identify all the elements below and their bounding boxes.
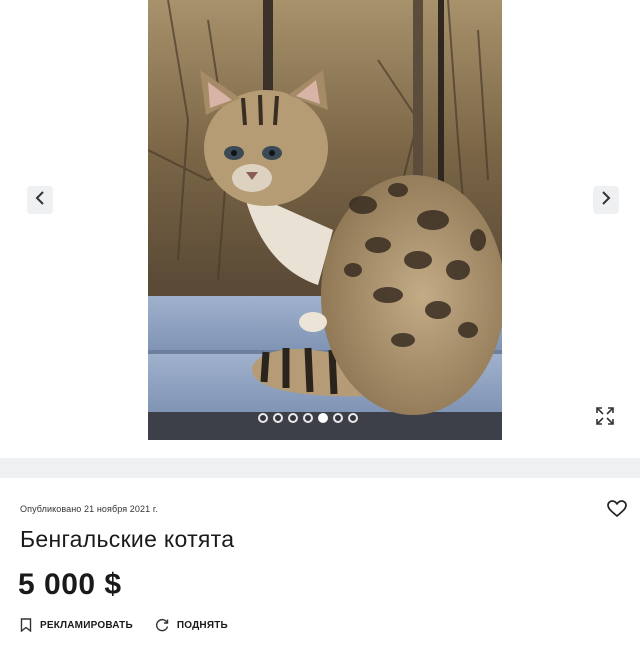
favorite-button[interactable] xyxy=(606,499,628,523)
chevron-left-icon xyxy=(35,190,45,210)
slide-dot[interactable] xyxy=(288,413,298,423)
fullscreen-button[interactable] xyxy=(592,405,618,431)
raise-label: ПОДНЯТЬ xyxy=(176,619,228,631)
slide-dot[interactable] xyxy=(273,413,283,423)
listing-photo[interactable] xyxy=(148,0,502,440)
raise-button[interactable]: ПОДНЯТЬ xyxy=(155,618,228,632)
slide-dot[interactable] xyxy=(333,413,343,423)
promote-label: РЕКЛАМИРОВАТЬ xyxy=(40,619,133,631)
photo-gallery xyxy=(0,0,640,458)
refresh-icon xyxy=(155,618,169,632)
listing-price: 5 000 $ xyxy=(18,568,122,601)
listing-actions: РЕКЛАМИРОВАТЬ ПОДНЯТЬ xyxy=(20,618,228,632)
chevron-right-icon xyxy=(601,190,611,210)
slide-dot[interactable] xyxy=(348,413,358,423)
slide-dot[interactable] xyxy=(258,413,268,423)
slide-indicator xyxy=(258,411,358,425)
slide-dot-active[interactable] xyxy=(318,413,328,423)
expand-icon xyxy=(594,405,616,432)
section-divider xyxy=(0,458,640,478)
heart-icon xyxy=(607,499,627,523)
bookmark-icon xyxy=(20,618,32,632)
published-date: Опубликовано 21 ноября 2021 г. xyxy=(20,504,158,514)
promote-button[interactable]: РЕКЛАМИРОВАТЬ xyxy=(20,618,133,632)
slide-dot[interactable] xyxy=(303,413,313,423)
previous-photo-button[interactable] xyxy=(27,186,53,214)
listing-title: Бенгальские котята xyxy=(20,526,235,552)
next-photo-button[interactable] xyxy=(593,186,619,214)
